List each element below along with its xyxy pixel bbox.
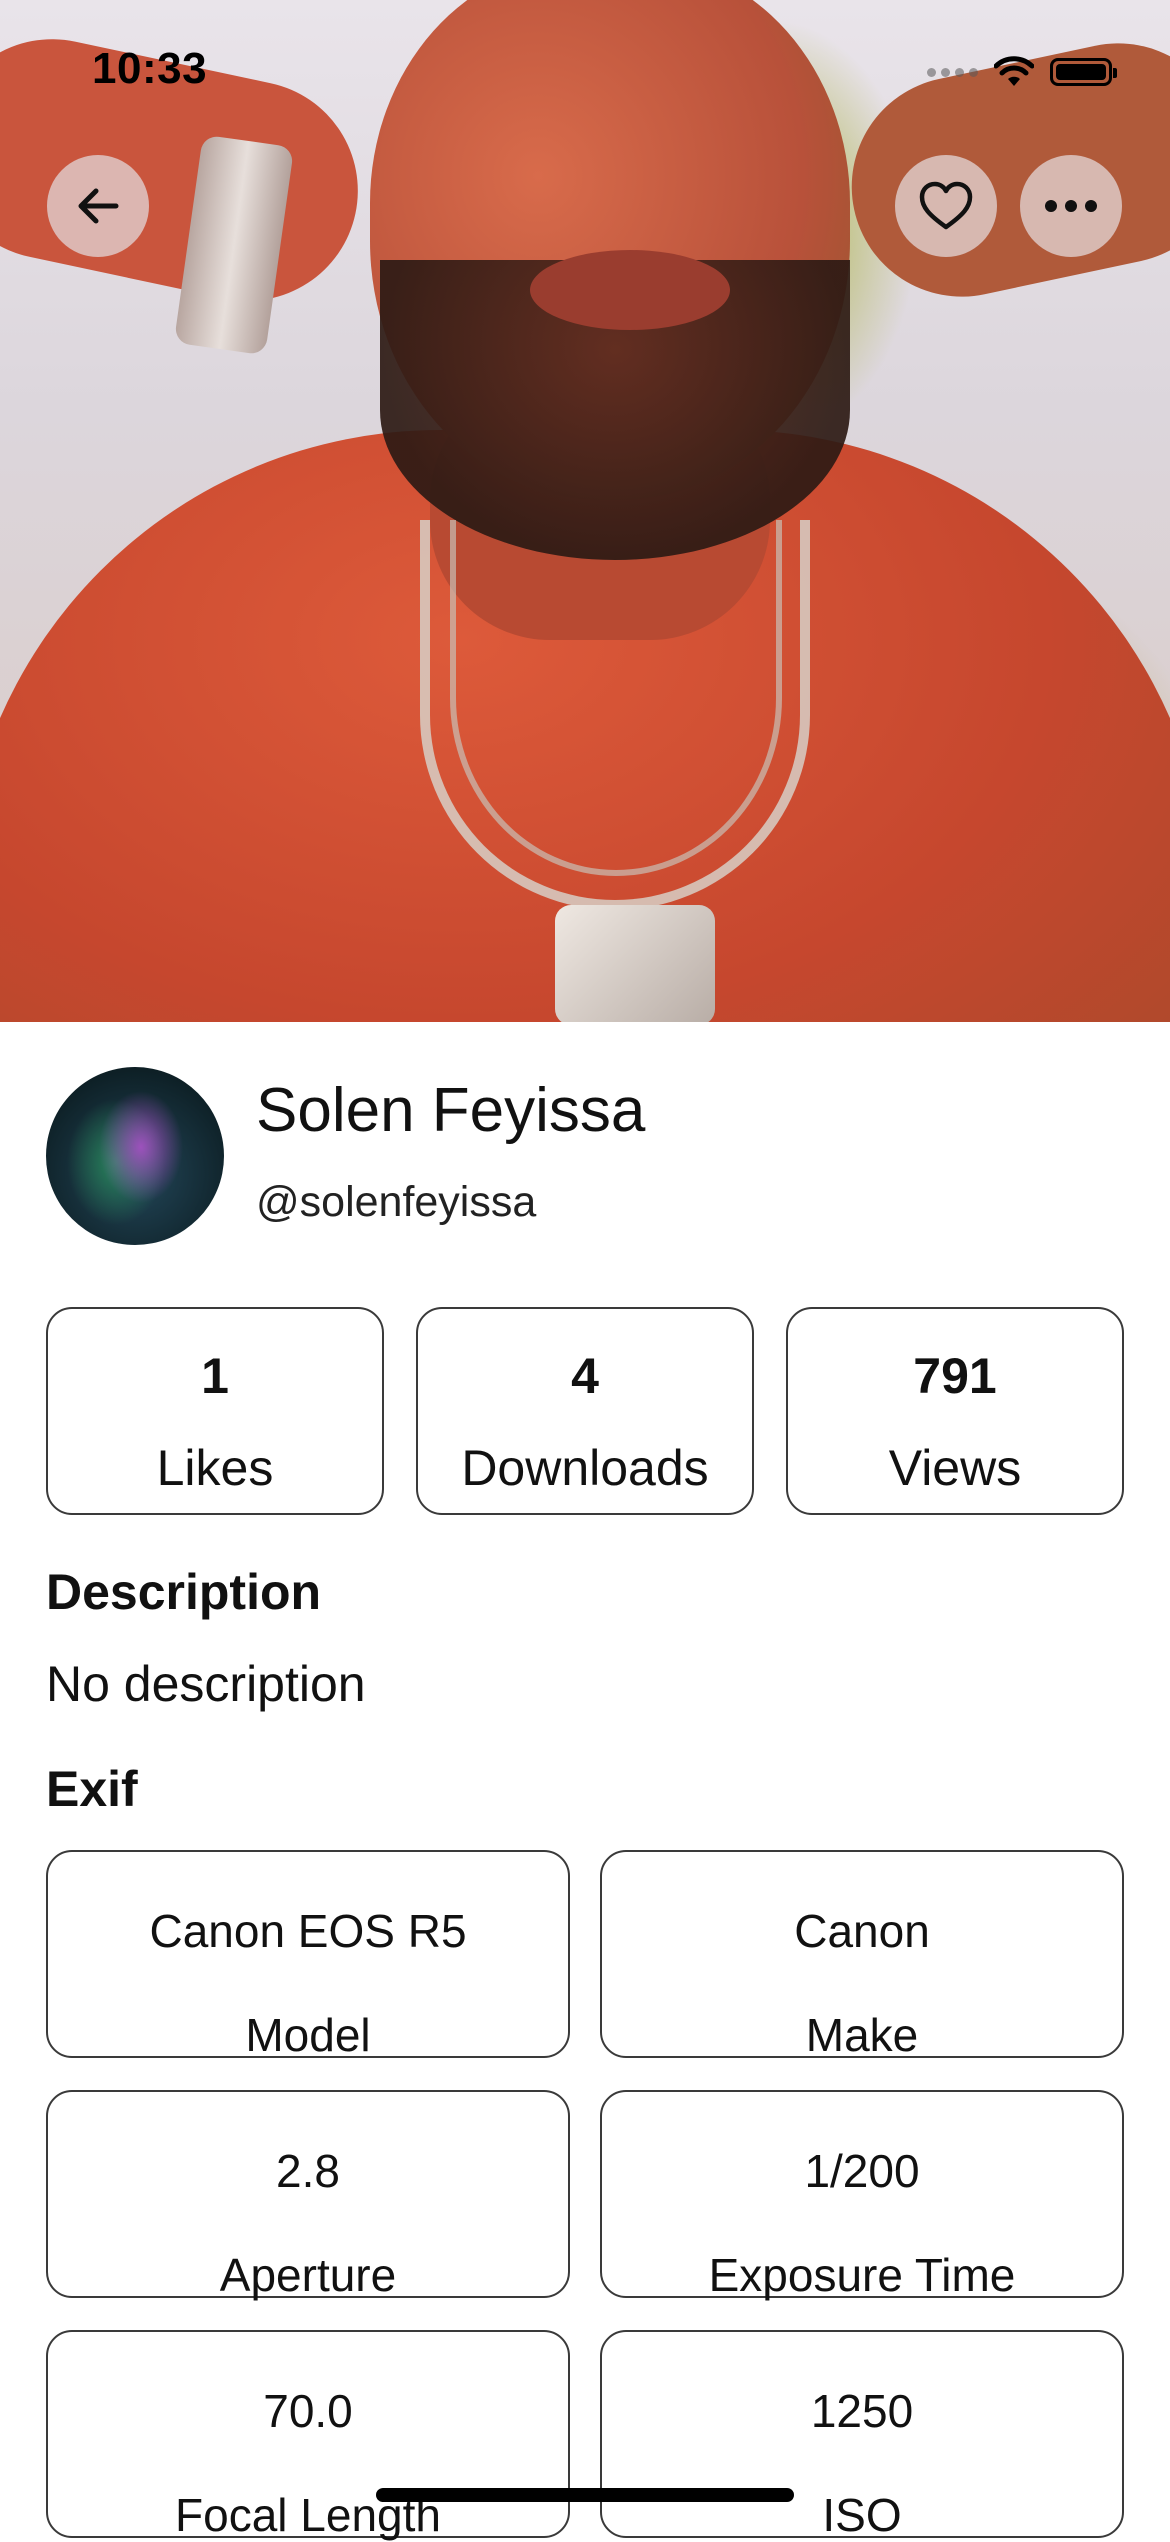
author-name[interactable]: Solen Feyissa [256,1075,645,1146]
status-time: 10:33 [92,44,208,93]
stat-value: 791 [913,1348,997,1404]
stat-value: 1 [201,1348,229,1404]
exif-label: Model [245,2009,371,2061]
avatar[interactable] [46,1067,224,1245]
stat-card-downloads: 4 Downloads [416,1307,754,1515]
stat-label: Likes [156,1440,274,1496]
stat-card-likes: 1 Likes [46,1307,384,1515]
description-text: No description [46,1656,366,1712]
exif-card-model: Canon EOS R5 Model [46,1850,570,2061]
arrow-left-icon [78,188,119,224]
stat-card-views: 791 Views [786,1307,1124,1515]
battery-icon [1050,58,1117,86]
photo [0,0,1170,1022]
wifi-icon [994,56,1034,86]
exif-card-aperture: 2.8 Aperture [46,2090,570,2301]
exif-value: 70.0 [263,2385,353,2437]
exif-card-iso: 1250 ISO [600,2330,1124,2541]
exif-card-exposure-time: 1/200 Exposure Time [600,2090,1124,2301]
author-username[interactable]: @solenfeyissa [256,1178,536,1227]
status-icons [927,52,1117,92]
exif-value: 1/200 [804,2145,920,2197]
photo-chain-inner [450,520,782,876]
back-button[interactable] [47,155,149,257]
ellipsis-icon [1045,200,1097,212]
exif-value: 1250 [810,2385,914,2437]
exif-card-make: Canon Make [600,1850,1124,2061]
exif-value: Canon EOS R5 [149,1905,467,1957]
home-indicator[interactable] [376,2488,794,2502]
cellular-signal-icon [927,67,978,77]
exif-label: Aperture [219,2249,397,2301]
stat-label: Views [888,1440,1022,1496]
like-button[interactable] [895,155,997,257]
photo-pendant [555,905,715,1022]
description-heading: Description [46,1564,322,1620]
exif-card-focal-length: 70.0 Focal Length [46,2330,570,2541]
stat-label: Downloads [461,1440,709,1496]
heart-outline-icon [919,181,973,230]
more-options-button[interactable] [1020,155,1122,257]
exif-value: 2.8 [276,2145,340,2197]
stat-value: 4 [571,1348,599,1404]
exif-heading: Exif [46,1761,138,1817]
exif-value: Canon [794,1905,930,1957]
photo-lips [530,250,730,330]
exif-label: Make [805,2009,919,2061]
exif-label: Exposure Time [708,2249,1016,2301]
